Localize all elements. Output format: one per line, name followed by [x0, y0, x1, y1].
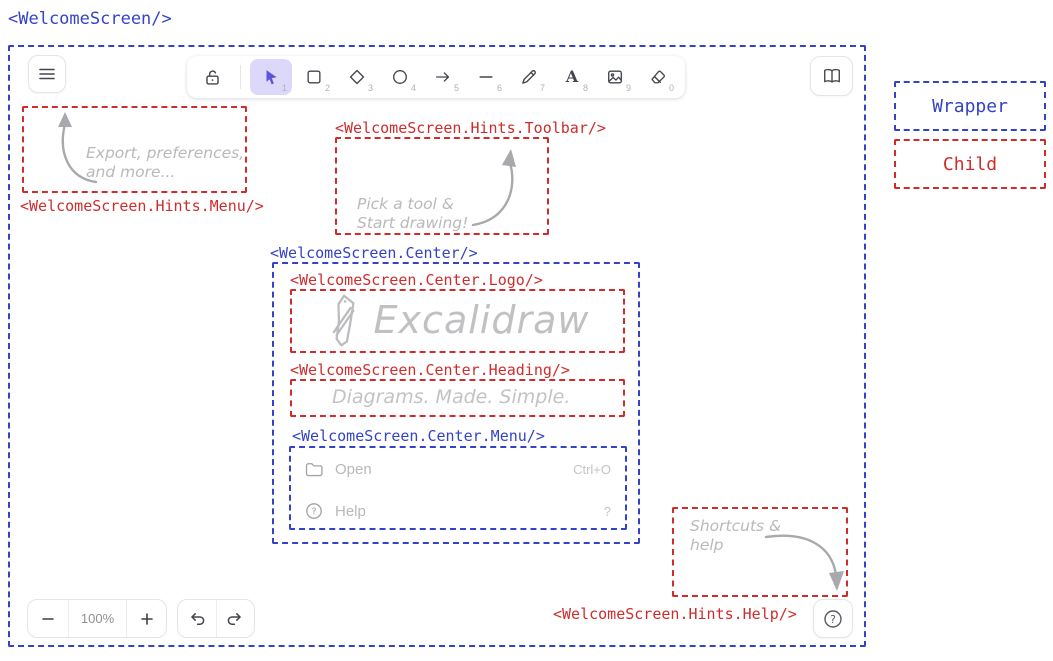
center-menu-annotation-label: <WelcomeScreen.Center.Menu/> — [292, 427, 545, 445]
hints-menu-box: Export, preferences, and more... — [22, 106, 247, 193]
rectangle-icon — [305, 68, 323, 86]
help-button[interactable]: ? — [813, 599, 853, 638]
legend-wrapper-label: Wrapper — [932, 96, 1008, 117]
tool-line[interactable]: 6 — [465, 59, 507, 95]
ellipse-icon — [391, 68, 409, 86]
center-heading-annotation-label: <WelcomeScreen.Center.Heading/> — [290, 361, 570, 379]
center-logo-annotation-label: <WelcomeScreen.Center.Logo/> — [290, 271, 543, 289]
undo-icon — [189, 612, 205, 626]
eraser-icon — [649, 68, 667, 86]
plus-icon — [141, 613, 153, 625]
folder-icon — [305, 462, 323, 477]
tool-image[interactable]: 9 — [594, 59, 636, 95]
svg-text:?: ? — [311, 507, 316, 518]
undo-button[interactable] — [178, 600, 216, 637]
diamond-icon — [348, 68, 366, 86]
root-annotation-label: <WelcomeScreen/> — [8, 9, 172, 29]
excalidraw-logo-text: Excalidraw — [374, 297, 590, 345]
zoom-out-button[interactable] — [28, 600, 68, 637]
history-controls — [177, 599, 255, 638]
legend-child: Child — [894, 139, 1046, 189]
image-icon — [606, 68, 624, 86]
tool-text[interactable]: A 8 — [551, 59, 593, 95]
hints-toolbar-box: Pick a tool & Start drawing! — [335, 137, 549, 235]
toolbar-divider — [240, 65, 241, 89]
tool-arrow[interactable]: 5 — [422, 59, 464, 95]
selection-cursor-icon — [262, 68, 280, 86]
question-icon: ? — [305, 502, 323, 520]
hint-arrow-up-icon — [465, 143, 535, 231]
hints-help-annotation-label: <WelcomeScreen.Hints.Help/> — [553, 605, 797, 623]
tool-eraser[interactable]: 0 — [637, 59, 679, 95]
svg-text:?: ? — [830, 613, 836, 626]
legend-wrapper: Wrapper — [894, 81, 1046, 131]
redo-button[interactable] — [217, 600, 254, 637]
welcome-center-menu: Open Ctrl+O ? Help ? — [289, 446, 627, 530]
menu-item-help[interactable]: ? Help ? — [293, 494, 623, 528]
welcome-center-heading: Diagrams. Made. Simple. — [290, 379, 625, 417]
tool-rectangle[interactable]: 2 — [293, 59, 335, 95]
menu-item-open[interactable]: Open Ctrl+O — [293, 452, 623, 486]
hint-menu-text: Export, preferences, and more... — [86, 144, 244, 183]
hints-help-box: Shortcuts & help — [672, 507, 848, 597]
book-icon — [822, 67, 842, 85]
hamburger-icon — [39, 68, 55, 80]
tool-ellipse[interactable]: 4 — [379, 59, 421, 95]
welcome-screen-docs-figure: <WelcomeScreen/> — [0, 0, 1053, 661]
lock-toggle[interactable] — [193, 59, 231, 95]
tool-selection[interactable]: 1 — [250, 59, 292, 95]
excalidraw-logo-icon — [326, 293, 364, 349]
arrow-icon — [434, 68, 452, 86]
main-menu-button[interactable] — [28, 55, 66, 93]
hint-arrow-down-icon — [760, 525, 846, 595]
hints-toolbar-annotation-label: <WelcomeScreen.Hints.Toolbar/> — [335, 119, 606, 137]
center-annotation-label: <WelcomeScreen.Center/> — [270, 244, 478, 262]
zoom-controls: 100% — [27, 599, 167, 638]
lock-icon — [203, 68, 222, 87]
pencil-icon — [520, 68, 538, 86]
tool-diamond[interactable]: 3 — [336, 59, 378, 95]
line-icon — [477, 68, 495, 86]
hint-toolbar-text: Pick a tool & Start drawing! — [357, 195, 468, 234]
toolbar: 1 2 3 4 — [187, 56, 685, 98]
redo-icon — [227, 612, 243, 626]
hints-menu-annotation-label: <WelcomeScreen.Hints.Menu/> — [20, 197, 264, 215]
question-circle-icon: ? — [823, 609, 843, 629]
legend-child-label: Child — [943, 154, 997, 175]
library-button[interactable] — [810, 56, 853, 96]
zoom-reset-button[interactable]: 100% — [69, 600, 127, 637]
minus-icon — [42, 613, 54, 625]
tool-draw[interactable]: 7 — [508, 59, 550, 95]
zoom-in-button[interactable] — [127, 600, 166, 637]
welcome-center-logo: Excalidraw — [290, 289, 625, 353]
text-icon: A — [566, 69, 578, 85]
